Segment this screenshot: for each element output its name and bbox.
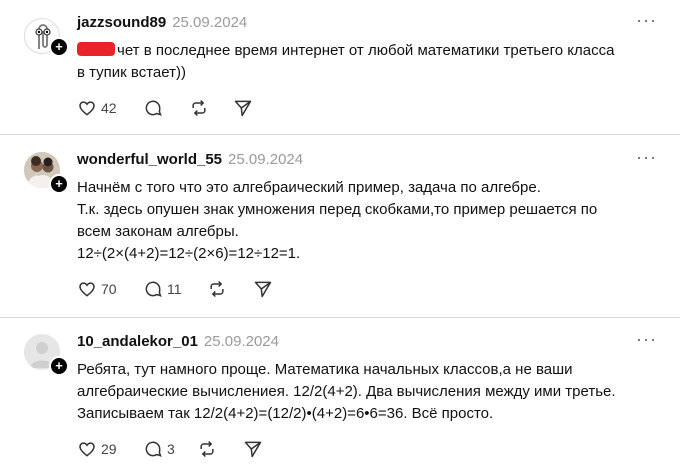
share-button[interactable] <box>253 277 273 301</box>
redaction-mark <box>77 42 115 56</box>
text-line: 12÷(2×(4+2)=12÷(2×6)=12÷12=1. <box>77 245 301 262</box>
repost-icon <box>210 280 224 298</box>
share-button[interactable] <box>243 437 263 461</box>
text-line: Ребята, тут намного проще. Математика на… <box>77 361 573 378</box>
repost-button[interactable] <box>197 437 217 461</box>
comment-count: 3 <box>167 441 175 457</box>
like-button[interactable]: 29 <box>77 437 117 461</box>
repost-icon <box>200 440 214 458</box>
text-line: в тупик встает)) <box>77 64 186 81</box>
post-header: wonderful_world_55 25.09.2024 <box>77 151 303 168</box>
like-count: 29 <box>101 441 117 457</box>
text-line: всем законам алгебры. <box>77 223 239 240</box>
like-count: 42 <box>101 100 117 116</box>
repost-icon <box>192 99 206 117</box>
send-icon <box>244 441 262 458</box>
comment-button[interactable] <box>143 96 163 120</box>
send-icon <box>234 100 252 117</box>
heart-icon <box>79 442 95 457</box>
send-icon <box>254 281 272 298</box>
follow-plus-icon[interactable]: + <box>49 356 69 376</box>
divider <box>0 134 680 135</box>
post-date: 25.09.2024 <box>172 14 248 31</box>
heart-icon <box>79 282 95 297</box>
comment-icon <box>145 281 162 297</box>
text-line: Записываем так 12/2(4+2)=(12/2)•(4+2)=6•… <box>77 405 494 422</box>
username[interactable]: jazzsound89 <box>77 14 166 31</box>
comment-button[interactable]: 11 <box>143 277 182 301</box>
post-text: чет в последнее время интернет от любой … <box>77 40 667 84</box>
like-button[interactable]: 70 <box>77 277 117 301</box>
post-date: 25.09.2024 <box>203 333 279 350</box>
share-button[interactable] <box>233 96 253 120</box>
post-header: jazzsound89 25.09.2024 <box>77 14 247 31</box>
post-text: Ребята, тут намного проще. Математика на… <box>77 359 667 425</box>
follow-plus-icon[interactable]: + <box>49 37 69 57</box>
repost-button[interactable] <box>207 277 227 301</box>
username[interactable]: 10_andalekor_01 <box>77 333 198 350</box>
text-line: чет в последнее время интернет от любой … <box>117 42 615 59</box>
more-options-icon[interactable]: ··· <box>636 147 657 168</box>
follow-plus-icon[interactable]: + <box>49 174 69 194</box>
repost-button[interactable] <box>189 96 209 120</box>
post-date: 25.09.2024 <box>228 151 304 168</box>
text-line: Т.к. здесь опушен знак умножения перед с… <box>77 201 598 218</box>
text-line: Начнём с того что это алгебраический при… <box>77 179 541 196</box>
username[interactable]: wonderful_world_55 <box>77 151 222 168</box>
comment-button[interactable]: 3 <box>143 437 175 461</box>
comment-icon <box>145 100 162 116</box>
post-text: Начнём с того что это алгебраический при… <box>77 177 667 265</box>
divider <box>0 317 680 318</box>
comment-icon <box>145 441 162 457</box>
like-count: 70 <box>101 281 117 297</box>
comment-count: 11 <box>167 281 182 297</box>
text-line: алгебраические вычислениея. 12/2(4+2). Д… <box>77 383 616 400</box>
more-options-icon[interactable]: ··· <box>636 329 657 350</box>
heart-icon <box>79 101 95 116</box>
more-options-icon[interactable]: ··· <box>636 10 657 31</box>
like-button[interactable]: 42 <box>77 96 117 120</box>
post-header: 10_andalekor_01 25.09.2024 <box>77 333 279 350</box>
